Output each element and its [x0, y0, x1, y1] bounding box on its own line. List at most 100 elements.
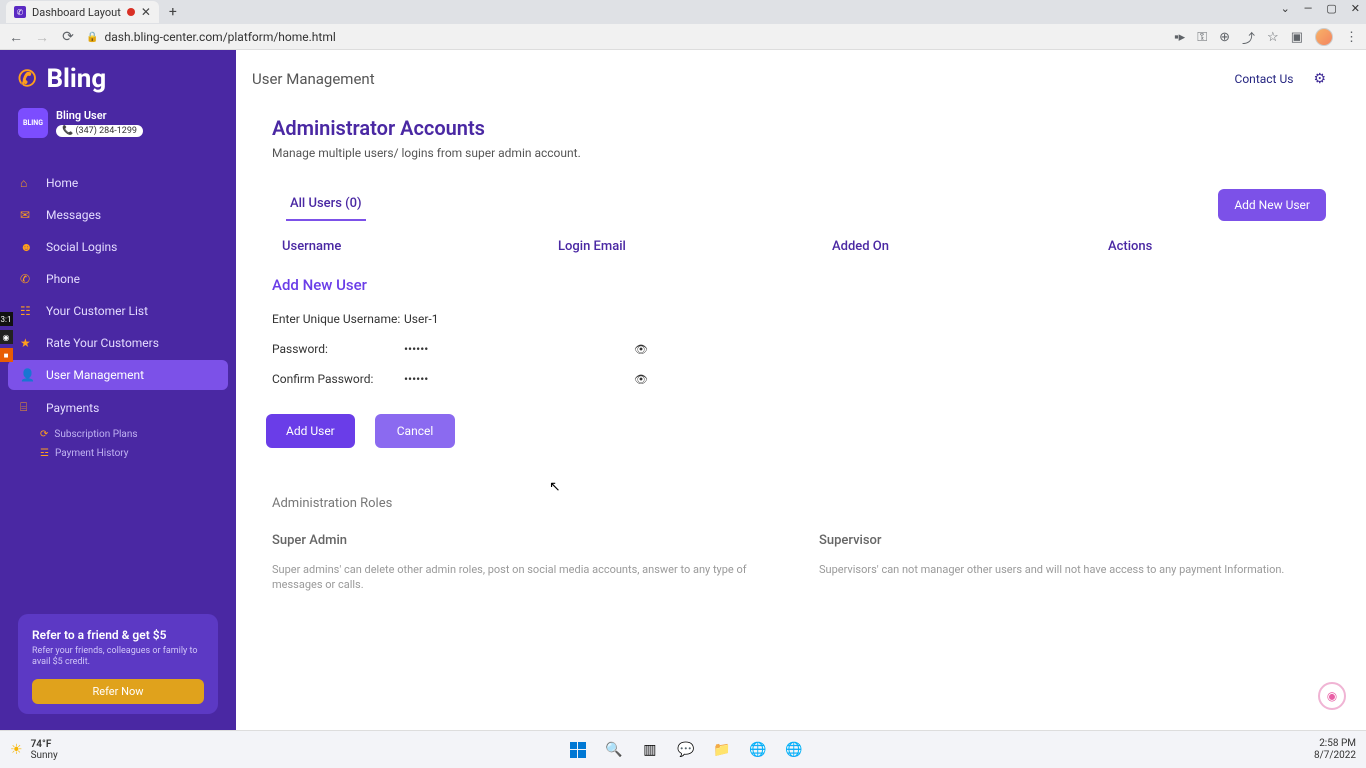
widget-31-icon[interactable]: 3:1 [0, 312, 13, 326]
contact-link[interactable]: Contact Us [1235, 72, 1294, 86]
form-title: Add New User [272, 276, 1326, 294]
refer-title: Refer to a friend & get $5 [32, 628, 204, 642]
form-row-username: Enter Unique Username: [272, 312, 1326, 326]
sidebar-item-home[interactable]: ⌂Home [8, 168, 228, 198]
sidebar: ✆ Bling BLING Bling User 📞 (347) 284-129… [0, 50, 236, 730]
add-user-button[interactable]: Add User [266, 414, 355, 448]
browser-tab[interactable]: ✆ Dashboard Layout ✕ [6, 1, 159, 23]
sidebar-item-label: Payments [46, 401, 99, 415]
sidebar-item-rate-customers[interactable]: ★Rate Your Customers [8, 328, 228, 358]
time: 2:58 PM [1314, 738, 1356, 750]
col-username: Username [282, 239, 558, 254]
lock-icon: 🔒 [86, 32, 98, 43]
sidebar-item-customer-list[interactable]: ☷Your Customer List [8, 296, 228, 326]
sidebar-item-user-management[interactable]: 👤 User Management [8, 360, 228, 390]
chrome-icon-2[interactable]: 🌐 [783, 739, 805, 761]
close-window-icon[interactable]: ✕ [1351, 2, 1360, 15]
col-email: Login Email [558, 239, 832, 254]
username-input[interactable] [404, 312, 604, 326]
user-avatar-icon: BLING [18, 108, 48, 138]
widget-camera-icon[interactable]: ◉ [0, 330, 13, 344]
chat-icon[interactable]: 💬 [675, 739, 697, 761]
list-icon: ☷ [20, 304, 34, 318]
taskbar-weather[interactable]: ☀ 74°F Sunny [10, 739, 58, 761]
section-title: Administrator Accounts [272, 116, 1326, 140]
tabs-row: All Users (0) Add New User [272, 188, 1326, 221]
url-text: dash.bling-center.com/platform/home.html [104, 30, 335, 44]
sidebar-sub-payment-history[interactable]: ☲Payment History [8, 444, 228, 463]
temperature: 74°F [31, 739, 58, 750]
new-tab-button[interactable]: + [159, 4, 187, 20]
sidebar-item-label: Messages [46, 208, 101, 222]
eye-icon[interactable]: 👁 [634, 373, 648, 386]
address-bar: ← → ⟳ 🔒 dash.bling-center.com/platform/h… [0, 24, 1366, 50]
sidebar-item-social-logins[interactable]: ☻ Social Logins [8, 232, 228, 262]
user-icon: 👤 [20, 368, 34, 382]
tab-all-users[interactable]: All Users (0) [286, 188, 366, 221]
user-name: Bling User [56, 109, 143, 122]
confirm-password-input[interactable] [404, 372, 604, 386]
sidebar-item-messages[interactable]: ✉Messages [8, 200, 228, 230]
tab-title: Dashboard Layout [32, 6, 121, 19]
chrome-icon[interactable]: 🌐 [747, 739, 769, 761]
cursor-icon: ↖ [549, 479, 561, 495]
roles-section: Administration Roles Super Admin Super a… [272, 496, 1326, 593]
eye-icon[interactable]: 👁 [634, 343, 648, 356]
explorer-icon[interactable]: 📁 [711, 739, 733, 761]
profile-avatar-icon[interactable] [1315, 28, 1333, 46]
chrome-actions: ▪▸ ⚿ ⊕ ⤴ ☆ ▣ ⋮ [1174, 28, 1358, 47]
menu-icon[interactable]: ⋮ [1345, 30, 1358, 45]
side-widgets: 3:1 ◉ ■ [0, 312, 13, 362]
minimize-icon[interactable]: — [1304, 2, 1313, 15]
tab-bar: ✆ Dashboard Layout ✕ + [0, 0, 1366, 24]
start-button[interactable] [567, 739, 589, 761]
gear-icon[interactable]: ⚙ [1313, 71, 1326, 87]
zoom-icon[interactable]: ⊕ [1219, 30, 1230, 45]
role-card-supervisor: Supervisor Supervisors' can not manager … [819, 533, 1326, 593]
weather-desc: Sunny [31, 750, 58, 761]
sidebar-sub-subscription-plans[interactable]: ⟳Subscription Plans [8, 425, 228, 444]
help-bubble-icon[interactable]: ◉ [1318, 682, 1346, 710]
maximize-icon[interactable]: ▢ [1326, 2, 1336, 15]
home-icon: ⌂ [20, 176, 34, 190]
sidebar-item-label: User Management [46, 368, 144, 382]
sidebar-item-payments[interactable]: ⌸Payments [8, 392, 228, 423]
role-card-super-admin: Super Admin Super admins' can delete oth… [272, 533, 779, 593]
star-icon[interactable]: ☆ [1267, 30, 1279, 45]
role-name: Super Admin [272, 533, 779, 548]
label-username: Enter Unique Username: [272, 312, 404, 326]
brand-name: Bling [46, 64, 106, 94]
sidebar-item-label: Social Logins [46, 240, 117, 254]
widget-stop-icon[interactable]: ■ [0, 348, 13, 362]
col-actions: Actions [1108, 239, 1316, 254]
favicon-icon: ✆ [14, 6, 26, 18]
panel-icon[interactable]: ▣ [1291, 30, 1303, 45]
cancel-button[interactable]: Cancel [375, 414, 456, 448]
share-icon[interactable]: ⤴ [1242, 28, 1255, 47]
camera-icon[interactable]: ▪▸ [1174, 29, 1185, 45]
sidebar-item-phone[interactable]: ✆Phone [8, 264, 228, 294]
refer-box: Refer to a friend & get $5 Refer your fr… [18, 614, 218, 714]
close-tab-icon[interactable]: ✕ [141, 5, 151, 19]
add-new-user-button[interactable]: Add New User [1218, 189, 1326, 221]
sidebar-item-label: Rate Your Customers [46, 336, 159, 350]
brand: ✆ Bling [0, 50, 236, 108]
window-controls: ⌄ — ▢ ✕ [1281, 2, 1360, 15]
social-icon: ☻ [20, 240, 34, 254]
section-subtitle: Manage multiple users/ logins from super… [272, 146, 1326, 160]
forward-button[interactable]: → [34, 29, 50, 46]
browser-chrome: ⌄ — ▢ ✕ ✆ Dashboard Layout ✕ + ← → ⟳ 🔒 d… [0, 0, 1366, 50]
task-view-icon[interactable]: ▥ [639, 739, 661, 761]
url-box[interactable]: 🔒 dash.bling-center.com/platform/home.ht… [86, 30, 1164, 44]
form-row-password: Password: 👁 [272, 342, 1326, 356]
chevron-down-icon[interactable]: ⌄ [1281, 2, 1290, 15]
refer-now-button[interactable]: Refer Now [32, 679, 204, 704]
key-icon[interactable]: ⚿ [1197, 30, 1207, 45]
reload-button[interactable]: ⟳ [60, 29, 76, 45]
back-button[interactable]: ← [8, 29, 24, 46]
page-title: User Management [252, 70, 375, 88]
password-input[interactable] [404, 342, 604, 356]
search-icon[interactable]: 🔍 [603, 739, 625, 761]
date: 8/7/2022 [1314, 750, 1356, 762]
taskbar-clock[interactable]: 2:58 PM 8/7/2022 [1314, 738, 1356, 762]
